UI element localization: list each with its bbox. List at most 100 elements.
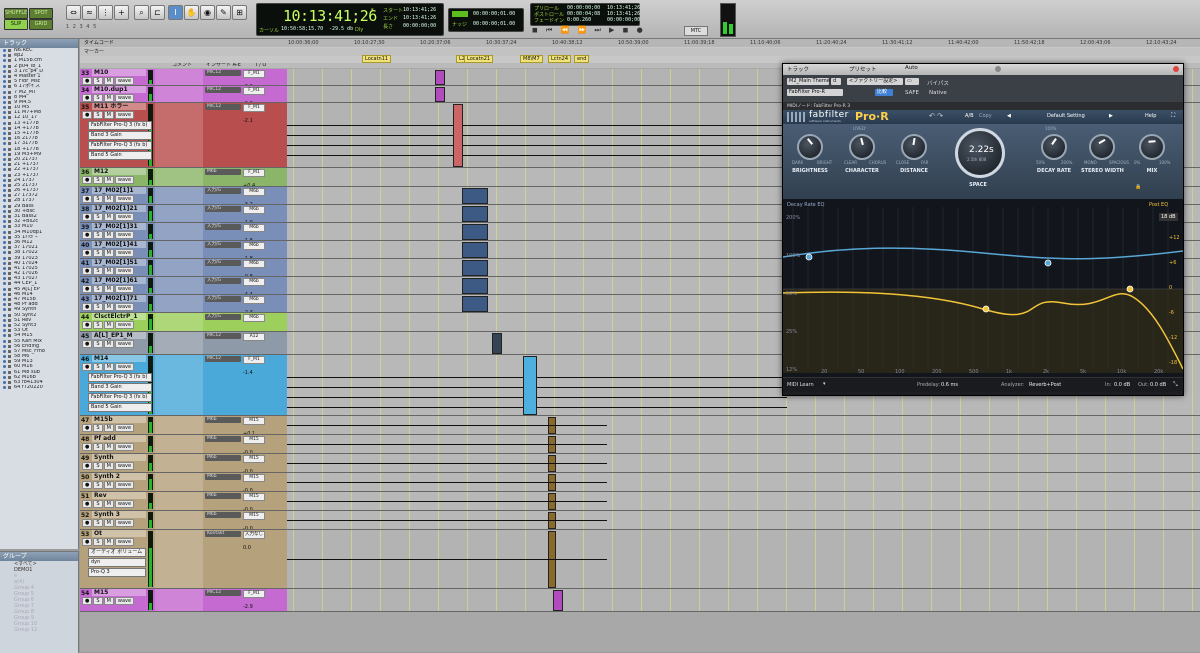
track-active-icon[interactable]	[8, 365, 11, 369]
volume-automation-line[interactable]	[287, 444, 607, 445]
track-visible-icon[interactable]	[3, 339, 6, 343]
next-preset-icon[interactable]: ▶	[1109, 113, 1113, 119]
track-suffix[interactable]: d	[831, 78, 841, 85]
insert-slot[interactable]: MIC12	[205, 70, 241, 76]
volume-value[interactable]: 0.0	[243, 545, 251, 551]
comment-field[interactable]	[155, 332, 203, 354]
automation-line[interactable]	[287, 377, 787, 378]
track-active-icon[interactable]	[8, 173, 11, 177]
track-active-icon[interactable]	[8, 106, 11, 110]
track-name[interactable]: M10	[92, 69, 146, 76]
track-active-icon[interactable]	[8, 215, 11, 218]
insert-slot[interactable]: MIC12	[205, 590, 241, 596]
track-header[interactable]: 44 ClsctElctrP_1 ● S Mwave	[80, 313, 146, 331]
output-selector[interactable]: M6b	[243, 224, 265, 232]
comment-field[interactable]	[155, 454, 203, 472]
track-visible-icon[interactable]	[3, 292, 6, 296]
track-active-icon[interactable]	[8, 59, 11, 63]
comment-field[interactable]	[155, 241, 203, 258]
view-selector[interactable]: wave	[114, 597, 135, 605]
track-active-icon[interactable]	[8, 272, 11, 276]
track-active-icon[interactable]	[8, 147, 11, 151]
track-active-icon[interactable]	[8, 381, 11, 384]
track-visible-icon[interactable]	[3, 137, 6, 141]
track-visible-icon[interactable]	[3, 246, 6, 250]
view-selector[interactable]: wave	[114, 500, 135, 508]
track-header[interactable]: 51 Rev ● S Mwave	[80, 492, 146, 510]
track-active-icon[interactable]	[8, 178, 11, 182]
track-active-icon[interactable]	[8, 69, 11, 73]
eq-band-node[interactable]	[805, 253, 813, 261]
comment-field[interactable]	[155, 416, 203, 434]
record-arm-button[interactable]: ●	[82, 231, 93, 239]
view-selector[interactable]: wave	[114, 195, 135, 203]
reverb-knob[interactable]	[797, 134, 823, 160]
comment-field[interactable]	[155, 473, 203, 491]
track-visible-icon[interactable]	[3, 168, 6, 172]
output-selector[interactable]: M15	[243, 474, 265, 482]
mute-button[interactable]: M	[103, 94, 114, 102]
predelay-value[interactable]: 0.6 ms	[941, 382, 958, 388]
output-selector[interactable]: M15	[243, 417, 265, 425]
mute-button[interactable]: M	[103, 231, 114, 239]
solo-button[interactable]: S	[93, 77, 103, 85]
track-active-icon[interactable]	[8, 74, 11, 78]
track-visible-icon[interactable]	[3, 142, 6, 146]
track-lane[interactable]	[287, 530, 1200, 588]
spot-mode-button[interactable]: SPOT	[29, 8, 53, 19]
solo-button[interactable]: S	[93, 231, 103, 239]
grid-mode-button[interactable]: GRID	[29, 19, 53, 30]
mute-button[interactable]: M	[103, 321, 114, 329]
track-visible-icon[interactable]	[3, 272, 6, 276]
track-visible-icon[interactable]	[3, 152, 6, 156]
insert-slot[interactable]: MIC12	[205, 333, 241, 339]
mute-button[interactable]: M	[103, 500, 114, 508]
track-visible-icon[interactable]	[3, 194, 6, 198]
solo-button[interactable]: S	[93, 481, 103, 489]
volume-value[interactable]: -1.4	[243, 370, 253, 376]
auto-enable-button[interactable]: ▭	[905, 78, 919, 85]
track-visible-icon[interactable]	[3, 147, 6, 151]
mute-button[interactable]: M	[103, 213, 114, 221]
insert-slot[interactable]: M6b	[205, 512, 241, 518]
record-arm-button[interactable]: ●	[82, 213, 93, 221]
transport-buttons[interactable]: ◼ ⏮ ⏪ ⏩ ⏭ ▶ ◼ ●	[532, 26, 646, 35]
track-visible-icon[interactable]	[3, 59, 6, 63]
track-header[interactable]: 41 17_M02[1]51 ● S Mwave	[80, 259, 146, 276]
track-visible-icon[interactable]	[3, 209, 6, 213]
track-lane[interactable]	[287, 589, 1200, 611]
track-active-icon[interactable]	[8, 329, 11, 333]
track-active-icon[interactable]	[8, 168, 11, 172]
solo-button[interactable]: S	[93, 303, 103, 311]
volume-automation-line[interactable]	[287, 482, 607, 483]
track-active-icon[interactable]	[8, 386, 11, 390]
track-lane[interactable]	[287, 416, 1200, 434]
record-arm-button[interactable]: ●	[82, 519, 93, 527]
insert-slot[interactable]: 入力/G	[205, 314, 241, 320]
track-active-icon[interactable]	[8, 308, 11, 312]
track-extra-label[interactable]: オーディオ ボリューム	[88, 548, 146, 557]
counter-dropdown-icon[interactable]: ▾	[371, 7, 374, 13]
record-arm-button[interactable]: ●	[82, 176, 93, 184]
track-name[interactable]: 17_M02[1]61	[92, 277, 146, 284]
view-selector[interactable]: wave	[114, 481, 135, 489]
group-list-item[interactable]: Group 12	[0, 627, 78, 633]
view-selector[interactable]: wave	[114, 231, 135, 239]
track-name[interactable]: M15	[92, 589, 146, 596]
timecode-ruler[interactable]: タイムコード 10:00:36;00 10:10:27;30 10:20:37;06…	[80, 39, 1200, 47]
view-selector[interactable]: wave	[114, 538, 135, 546]
zoom-preset-icons[interactable]: 1 2 3 4 5	[66, 24, 97, 30]
track-name[interactable]: 17_M02[1]21	[92, 205, 146, 212]
nudge-value[interactable]: 00:00:00;01.00	[473, 21, 515, 27]
zoom-toggle-icon[interactable]: ⇔	[66, 5, 81, 20]
record-arm-button[interactable]: ●	[82, 94, 93, 102]
record-arm-button[interactable]: ●	[82, 363, 93, 371]
track-visible-icon[interactable]	[3, 381, 6, 384]
track-active-icon[interactable]	[8, 355, 11, 359]
track-active-icon[interactable]	[8, 230, 11, 234]
track-lane[interactable]	[287, 435, 1200, 453]
out-value[interactable]: 0.0 dB	[1150, 382, 1166, 388]
record-arm-button[interactable]: ●	[82, 267, 93, 275]
mute-button[interactable]: M	[103, 519, 114, 527]
record-arm-button[interactable]: ●	[82, 195, 93, 203]
